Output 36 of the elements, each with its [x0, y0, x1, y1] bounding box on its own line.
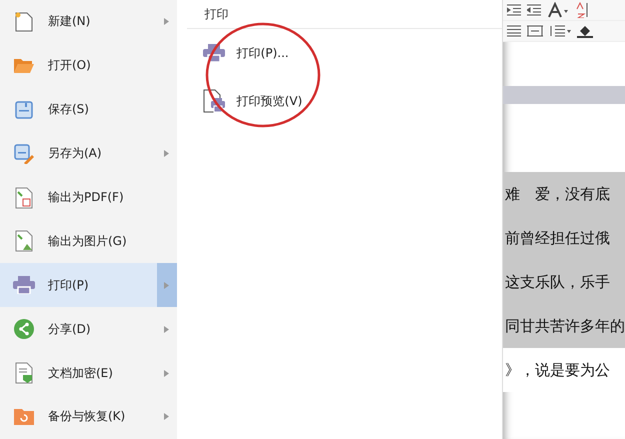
indent-icon[interactable]: [507, 4, 521, 16]
sort-icon[interactable]: [575, 2, 589, 18]
menu-item[interactable]: 打印(P): [0, 263, 177, 308]
menu-item[interactable]: 打开(O): [0, 44, 177, 88]
distributed-icon[interactable]: [527, 25, 543, 37]
font-size-icon[interactable]: [547, 2, 569, 18]
image-export-icon: [15, 230, 33, 252]
justify-icon[interactable]: [507, 25, 521, 37]
save-icon: [15, 100, 33, 119]
document-text: 难 爱，没有底: [503, 172, 625, 216]
document-text: 前曾经担任过俄: [503, 216, 625, 260]
new-document-icon: [15, 12, 33, 32]
printer-icon: [202, 44, 225, 62]
menu-item[interactable]: 保存(S): [0, 88, 177, 132]
folder-icon: [14, 58, 34, 73]
document-text: 这支乐队，乐手: [503, 260, 625, 304]
backup-folder-icon: [14, 408, 34, 425]
pdf-export-icon: [15, 186, 33, 208]
submenu-item[interactable]: 打印(P)...: [176, 29, 502, 77]
menu-item[interactable]: 另存为(A): [0, 132, 177, 176]
submenu-item[interactable]: 打印预览(V): [176, 77, 502, 125]
lock-document-icon: [15, 362, 33, 384]
document-text: 同甘共苦许多年的: [503, 304, 625, 348]
fill-color-icon[interactable]: [577, 24, 593, 38]
submenu-title: 打印: [186, 0, 502, 29]
menu-item[interactable]: 文档加密(E): [0, 351, 177, 396]
menu-item[interactable]: 备份与恢复(K): [0, 395, 177, 439]
save-as-icon: [14, 144, 34, 164]
menu-item[interactable]: 新建(N): [0, 0, 177, 44]
outdent-icon[interactable]: [527, 4, 541, 16]
share-icon: [14, 319, 34, 340]
menu-item[interactable]: 输出为PDF(F): [0, 176, 177, 220]
menu-item[interactable]: 分享(D): [0, 307, 177, 352]
line-spacing-icon[interactable]: [549, 25, 571, 37]
printer-icon: [13, 276, 35, 294]
menu-item[interactable]: 输出为图片(G): [0, 219, 177, 264]
